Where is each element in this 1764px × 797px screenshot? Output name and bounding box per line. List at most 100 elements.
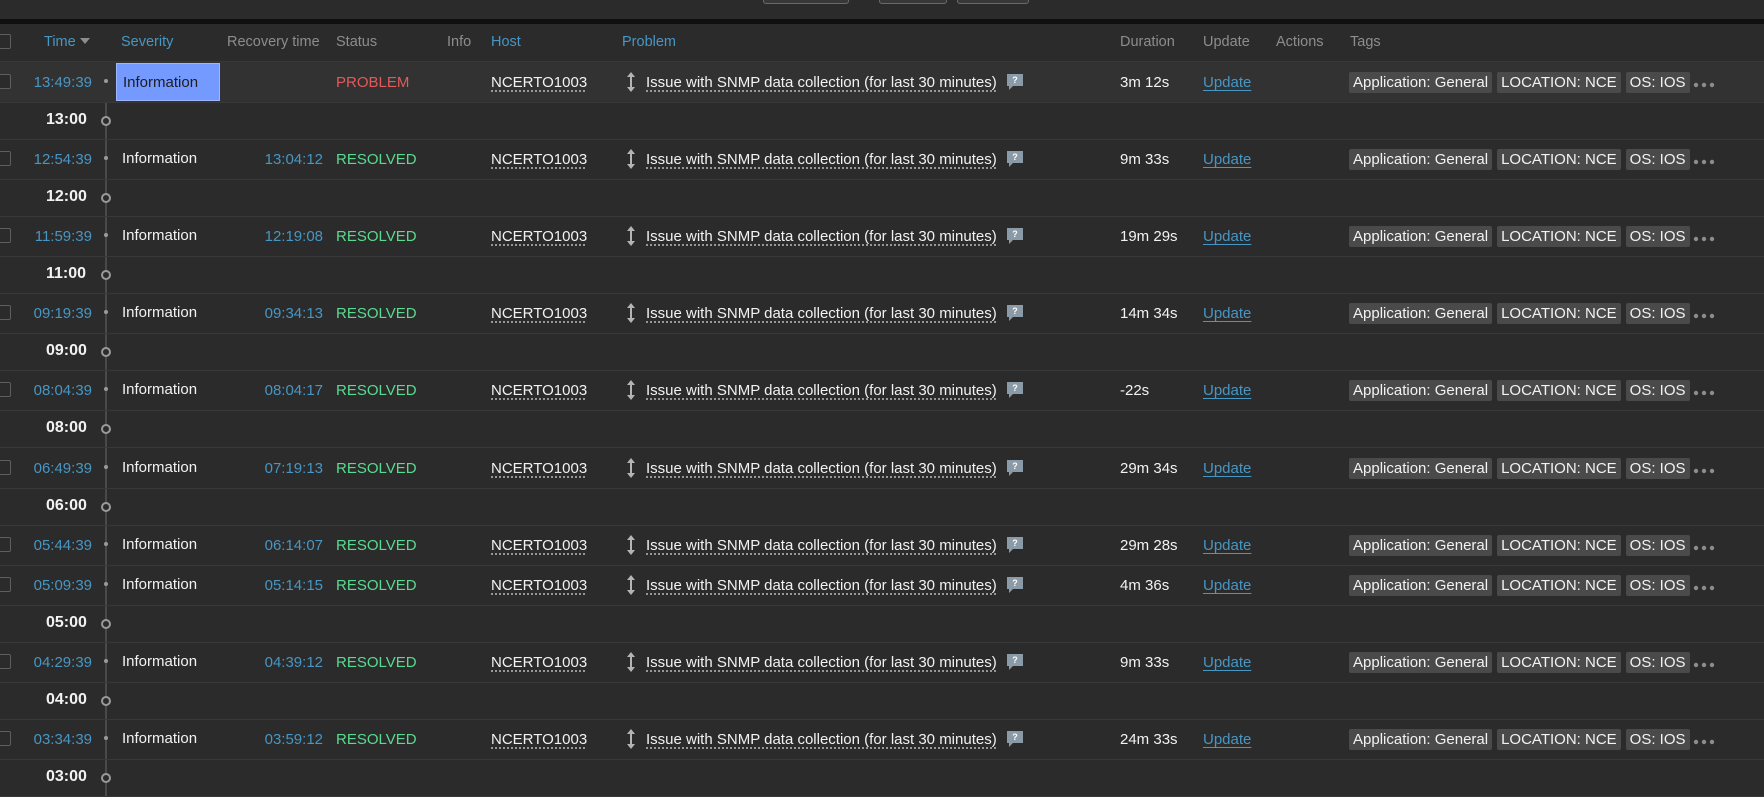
host-link[interactable]: NCERTO1003 — [491, 731, 587, 748]
tag-badge[interactable]: OS: IOS — [1625, 303, 1690, 324]
event-time-link[interactable]: 05:09:39 — [12, 577, 92, 594]
tag-badge[interactable]: LOCATION: NCE — [1497, 575, 1621, 596]
update-link[interactable]: Update — [1203, 382, 1251, 399]
event-time-link[interactable]: 03:34:39 — [12, 731, 92, 748]
host-link[interactable]: NCERTO1003 — [491, 228, 587, 245]
expand-arrow-icon[interactable] — [626, 456, 636, 480]
problem-link[interactable]: Issue with SNMP data collection (for las… — [646, 305, 997, 322]
recovery-time-link[interactable]: 04:39:12 — [233, 654, 323, 671]
row-checkbox[interactable] — [0, 731, 11, 746]
expand-arrow-icon[interactable] — [626, 147, 636, 171]
select-all-checkbox[interactable] — [0, 34, 11, 49]
host-link[interactable]: NCERTO1003 — [491, 460, 587, 477]
expand-arrow-icon[interactable] — [626, 573, 636, 597]
host-link[interactable]: NCERTO1003 — [491, 577, 587, 594]
row-checkbox[interactable] — [0, 151, 11, 166]
problem-link[interactable]: Issue with SNMP data collection (for las… — [646, 74, 997, 91]
event-time-link[interactable]: 11:59:39 — [12, 228, 92, 245]
more-tags-icon[interactable] — [1693, 733, 1715, 745]
host-link[interactable]: NCERTO1003 — [491, 537, 587, 554]
message-icon[interactable]: ? — [1005, 575, 1025, 595]
message-icon[interactable]: ? — [1005, 72, 1025, 92]
more-tags-icon[interactable] — [1693, 656, 1715, 668]
row-checkbox[interactable] — [0, 654, 11, 669]
tag-badge[interactable]: LOCATION: NCE — [1497, 303, 1621, 324]
event-time-link[interactable]: 12:54:39 — [12, 151, 92, 168]
host-link[interactable]: NCERTO1003 — [491, 151, 587, 168]
tag-badge[interactable]: Application: General — [1349, 729, 1493, 750]
problem-link[interactable]: Issue with SNMP data collection (for las… — [646, 577, 997, 594]
tag-badge[interactable]: LOCATION: NCE — [1497, 535, 1621, 556]
expand-arrow-icon[interactable] — [626, 301, 636, 325]
message-icon[interactable]: ? — [1005, 535, 1025, 555]
recovery-time-link[interactable]: 05:14:15 — [233, 577, 323, 594]
tag-badge[interactable]: LOCATION: NCE — [1497, 226, 1621, 247]
header-host[interactable]: Host — [491, 34, 521, 50]
tag-badge[interactable]: Application: General — [1349, 149, 1493, 170]
tag-badge[interactable]: Application: General — [1349, 652, 1493, 673]
problem-link[interactable]: Issue with SNMP data collection (for las… — [646, 151, 997, 168]
row-checkbox[interactable] — [0, 228, 11, 243]
tag-badge[interactable]: OS: IOS — [1625, 380, 1690, 401]
tag-badge[interactable]: OS: IOS — [1625, 149, 1690, 170]
tag-badge[interactable]: LOCATION: NCE — [1497, 380, 1621, 401]
host-link[interactable]: NCERTO1003 — [491, 382, 587, 399]
more-tags-icon[interactable] — [1693, 579, 1715, 591]
tag-badge[interactable]: LOCATION: NCE — [1497, 72, 1621, 93]
toolbar-button[interactable] — [763, 0, 849, 4]
tag-badge[interactable]: Application: General — [1349, 458, 1493, 479]
update-link[interactable]: Update — [1203, 731, 1251, 748]
row-checkbox[interactable] — [0, 537, 11, 552]
problem-link[interactable]: Issue with SNMP data collection (for las… — [646, 731, 997, 748]
update-link[interactable]: Update — [1203, 577, 1251, 594]
update-link[interactable]: Update — [1203, 151, 1251, 168]
tag-badge[interactable]: OS: IOS — [1625, 535, 1690, 556]
recovery-time-link[interactable]: 09:34:13 — [233, 305, 323, 322]
update-link[interactable]: Update — [1203, 74, 1251, 91]
tag-badge[interactable]: Application: General — [1349, 535, 1493, 556]
expand-arrow-icon[interactable] — [626, 70, 636, 94]
row-checkbox[interactable] — [0, 74, 11, 89]
update-link[interactable]: Update — [1203, 305, 1251, 322]
tag-badge[interactable]: LOCATION: NCE — [1497, 729, 1621, 750]
recovery-time-link[interactable]: 13:04:12 — [233, 151, 323, 168]
tag-badge[interactable]: LOCATION: NCE — [1497, 652, 1621, 673]
update-link[interactable]: Update — [1203, 228, 1251, 245]
problem-link[interactable]: Issue with SNMP data collection (for las… — [646, 460, 997, 477]
tag-badge[interactable]: OS: IOS — [1625, 458, 1690, 479]
header-severity[interactable]: Severity — [121, 34, 173, 50]
header-problem[interactable]: Problem — [622, 34, 676, 50]
problem-link[interactable]: Issue with SNMP data collection (for las… — [646, 537, 997, 554]
expand-arrow-icon[interactable] — [626, 650, 636, 674]
tag-badge[interactable]: LOCATION: NCE — [1497, 149, 1621, 170]
tag-badge[interactable]: Application: General — [1349, 575, 1493, 596]
more-tags-icon[interactable] — [1693, 76, 1715, 88]
row-checkbox[interactable] — [0, 382, 11, 397]
more-tags-icon[interactable] — [1693, 307, 1715, 319]
recovery-time-link[interactable]: 07:19:13 — [233, 460, 323, 477]
event-time-link[interactable]: 09:19:39 — [12, 305, 92, 322]
recovery-time-link[interactable]: 06:14:07 — [233, 537, 323, 554]
problem-link[interactable]: Issue with SNMP data collection (for las… — [646, 654, 997, 671]
message-icon[interactable]: ? — [1005, 149, 1025, 169]
message-icon[interactable]: ? — [1005, 303, 1025, 323]
tag-badge[interactable]: Application: General — [1349, 226, 1493, 247]
tag-badge[interactable]: OS: IOS — [1625, 652, 1690, 673]
tag-badge[interactable]: Application: General — [1349, 303, 1493, 324]
event-time-link[interactable]: 13:49:39 — [12, 74, 92, 91]
recovery-time-link[interactable]: 08:04:17 — [233, 382, 323, 399]
header-time[interactable]: Time — [44, 34, 90, 50]
row-checkbox[interactable] — [0, 460, 11, 475]
host-link[interactable]: NCERTO1003 — [491, 305, 587, 322]
more-tags-icon[interactable] — [1693, 153, 1715, 165]
more-tags-icon[interactable] — [1693, 384, 1715, 396]
row-checkbox[interactable] — [0, 305, 11, 320]
host-link[interactable]: NCERTO1003 — [491, 74, 587, 91]
message-icon[interactable]: ? — [1005, 729, 1025, 749]
host-link[interactable]: NCERTO1003 — [491, 654, 587, 671]
message-icon[interactable]: ? — [1005, 652, 1025, 672]
expand-arrow-icon[interactable] — [626, 533, 636, 557]
event-time-link[interactable]: 05:44:39 — [12, 537, 92, 554]
more-tags-icon[interactable] — [1693, 539, 1715, 551]
problem-link[interactable]: Issue with SNMP data collection (for las… — [646, 382, 997, 399]
